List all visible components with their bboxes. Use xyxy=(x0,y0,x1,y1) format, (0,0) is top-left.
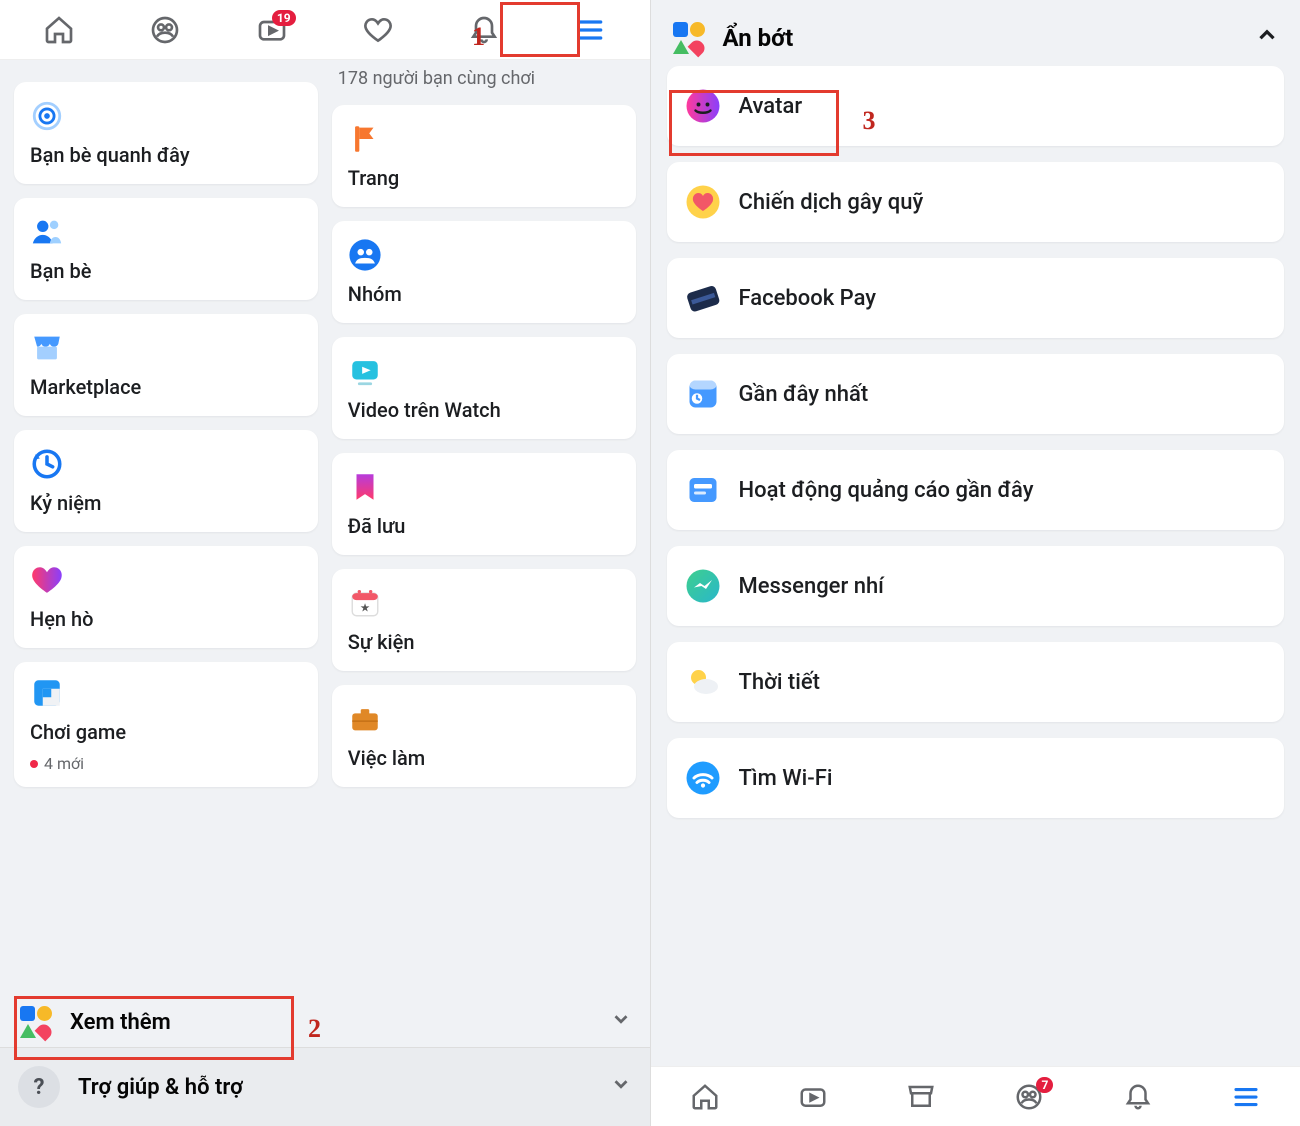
menu-content: Bạn bè quanh đây Bạn bè Marketplace xyxy=(0,60,650,1126)
item-recent-ads[interactable]: Hoạt động quảng cáo gần đây xyxy=(667,450,1285,530)
item-most-recent[interactable]: Gần đây nhất xyxy=(667,354,1285,434)
item-label: Gần đây nhất xyxy=(739,382,869,407)
item-label: Thời tiết xyxy=(739,670,820,695)
card-dating[interactable]: Hẹn hò xyxy=(14,546,318,648)
item-label: Facebook Pay xyxy=(739,286,877,311)
card-label: Trang xyxy=(348,166,620,190)
nav-notifications-icon[interactable] xyxy=(462,8,506,52)
facebook-pay-icon xyxy=(685,280,721,316)
bottom-nav: 7 xyxy=(651,1066,1300,1126)
card-label: Việc làm xyxy=(348,746,620,770)
card-label: Sự kiện xyxy=(348,630,620,654)
card-jobs[interactable]: Việc làm xyxy=(332,685,636,787)
shapes-icon xyxy=(671,20,707,56)
most-recent-icon xyxy=(685,376,721,412)
card-memories[interactable]: Kỷ niệm xyxy=(14,430,318,532)
card-gaming[interactable]: Chơi game 4 mới xyxy=(14,662,318,787)
top-nav: 19 xyxy=(0,0,650,60)
see-more-row[interactable]: Xem thêm xyxy=(0,990,650,1054)
card-label: Nhóm xyxy=(348,282,620,306)
new-dot-icon xyxy=(30,760,38,768)
card-label: Hẹn hò xyxy=(30,607,302,631)
nav-dating-icon[interactable] xyxy=(356,8,400,52)
hide-less-header[interactable]: Ẩn bớt xyxy=(651,0,1300,66)
nav-watch-icon[interactable]: 19 xyxy=(250,8,294,52)
card-nearby-friends[interactable]: Bạn bè quanh đây xyxy=(14,82,318,184)
nav-menu-icon[interactable] xyxy=(1224,1075,1268,1119)
nav-groups-icon[interactable]: 7 xyxy=(1007,1075,1051,1119)
nav-watch-icon[interactable] xyxy=(791,1075,835,1119)
phone-left-menu: 19 1 Bạn bè quanh đây xyxy=(0,0,651,1126)
card-label: Chơi game xyxy=(30,720,302,744)
help-support-row[interactable]: ? Trợ giúp & hỗ trợ xyxy=(0,1047,650,1126)
dating-heart-icon xyxy=(30,563,64,597)
fundraisers-icon xyxy=(685,184,721,220)
nav-notifications-icon[interactable] xyxy=(1116,1075,1160,1119)
wifi-icon xyxy=(685,760,721,796)
nav-home-icon[interactable] xyxy=(683,1075,727,1119)
friends-also-play-text: 178 người bạn cùng chơi xyxy=(332,60,636,91)
chevron-down-icon xyxy=(610,1073,632,1101)
chevron-down-icon xyxy=(610,1008,632,1036)
card-label: Video trên Watch xyxy=(348,398,620,422)
item-fundraisers[interactable]: Chiến dịch gây quỹ xyxy=(667,162,1285,242)
nearby-friends-icon xyxy=(30,99,64,133)
phone-right-hidden-list: Ẩn bớt Avatar Chiến dịch gây quỹ Faceboo… xyxy=(651,0,1300,1126)
item-label: Tìm Wi-Fi xyxy=(739,766,833,791)
item-find-wifi[interactable]: Tìm Wi-Fi xyxy=(667,738,1285,818)
gaming-icon xyxy=(30,676,64,710)
svg-text:★: ★ xyxy=(360,601,370,615)
nav-menu-icon[interactable] xyxy=(568,8,612,52)
card-label: Marketplace xyxy=(30,375,302,399)
card-saved[interactable]: Đã lưu xyxy=(332,453,636,555)
events-calendar-icon: ★ xyxy=(348,586,382,620)
card-pages[interactable]: Trang xyxy=(332,105,636,207)
saved-bookmark-icon xyxy=(348,470,382,504)
card-label: Kỷ niệm xyxy=(30,491,302,515)
item-messenger-kids[interactable]: Messenger nhí xyxy=(667,546,1285,626)
nav-marketplace-icon[interactable] xyxy=(899,1075,943,1119)
help-label: Trợ giúp & hỗ trợ xyxy=(78,1075,243,1100)
shapes-icon xyxy=(18,1004,54,1040)
item-label: Avatar xyxy=(739,94,803,119)
recent-ads-icon xyxy=(685,472,721,508)
nav-groups-icon[interactable] xyxy=(143,8,187,52)
card-watch-video[interactable]: Video trên Watch xyxy=(332,337,636,439)
weather-icon xyxy=(685,664,721,700)
card-groups[interactable]: Nhóm xyxy=(332,221,636,323)
groups-badge: 7 xyxy=(1036,1077,1053,1093)
messenger-kids-icon xyxy=(685,568,721,604)
item-facebook-pay[interactable]: Facebook Pay xyxy=(667,258,1285,338)
nav-home-icon[interactable] xyxy=(37,8,81,52)
gaming-sub: 4 mới xyxy=(30,754,302,773)
pages-flag-icon xyxy=(348,122,382,156)
hidden-items-list: Avatar Chiến dịch gây quỹ Facebook Pay G… xyxy=(651,66,1300,888)
groups-people-icon xyxy=(348,238,382,272)
item-label: Chiến dịch gây quỹ xyxy=(739,190,924,215)
see-more-label: Xem thêm xyxy=(70,1010,171,1035)
chevron-up-icon xyxy=(1254,22,1280,54)
friends-icon xyxy=(30,215,64,249)
item-label: Messenger nhí xyxy=(739,574,884,599)
card-events[interactable]: ★ Sự kiện xyxy=(332,569,636,671)
item-weather[interactable]: Thời tiết xyxy=(667,642,1285,722)
watch-video-icon xyxy=(348,354,382,388)
watch-badge: 19 xyxy=(272,10,296,26)
marketplace-icon xyxy=(30,331,64,365)
card-label: Bạn bè xyxy=(30,259,302,283)
card-label: Bạn bè quanh đây xyxy=(30,143,302,167)
hide-less-label: Ẩn bớt xyxy=(723,24,794,52)
item-avatar[interactable]: Avatar xyxy=(667,66,1285,146)
card-label: Đã lưu xyxy=(348,514,620,538)
help-question-icon: ? xyxy=(18,1066,60,1108)
card-marketplace[interactable]: Marketplace xyxy=(14,314,318,416)
jobs-briefcase-icon xyxy=(348,702,382,736)
memories-icon xyxy=(30,447,64,481)
avatar-icon xyxy=(685,88,721,124)
card-friends[interactable]: Bạn bè xyxy=(14,198,318,300)
item-label: Hoạt động quảng cáo gần đây xyxy=(739,478,1034,503)
